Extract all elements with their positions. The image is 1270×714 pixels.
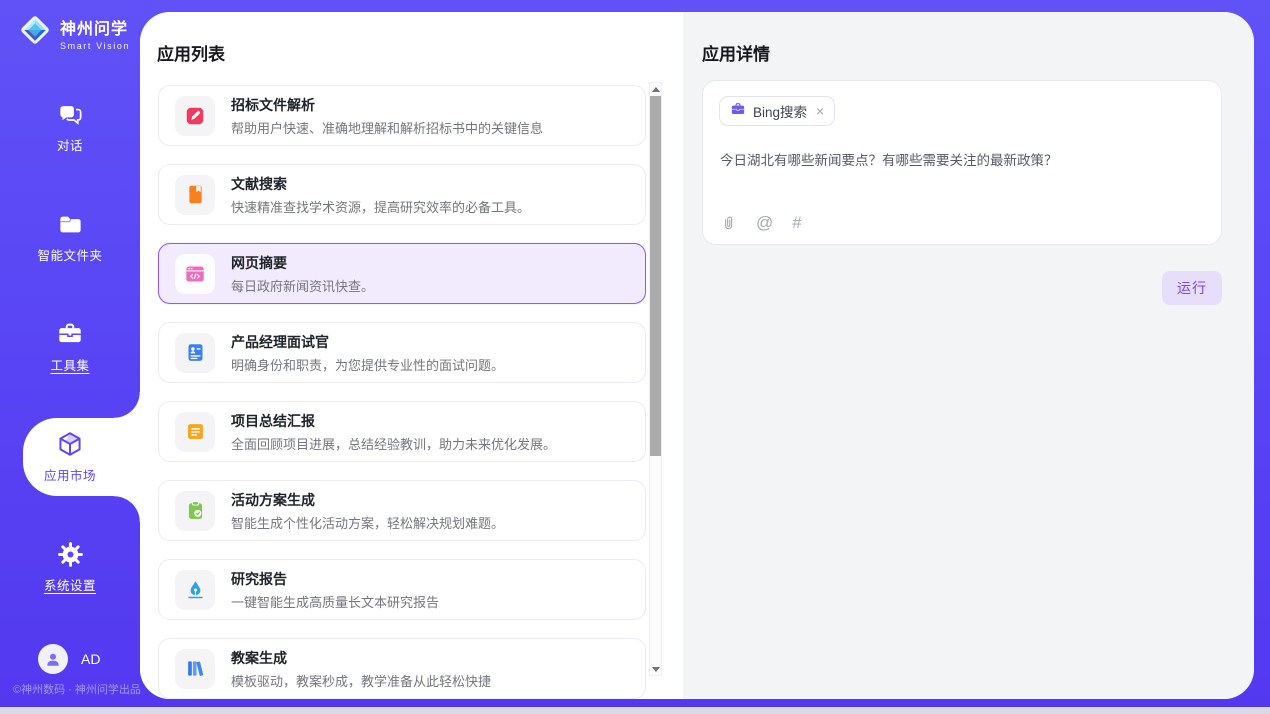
copyright-footer: ©神州数码 · 神州问学出品 [13,681,141,697]
clipboard-check-icon [175,491,215,531]
sidebar: 神州问学 Smart Vision 对话 智能文件夹 工具集 应用市场 系统设置… [0,0,140,707]
app-card[interactable]: 产品经理面试官 明确身份和职责，为您提供专业性的面试问题。 [158,322,646,383]
app-card[interactable]: 网页摘要 每日政府新闻资讯快查。 [158,243,646,304]
app-detail-panel: 应用详情 Bing搜索 × 今日湖北有哪些新闻要点？有哪些需要关注的最新政策？ [683,12,1254,699]
sidebar-item-chat[interactable]: 对话 [0,72,140,182]
app-list-panel: 应用列表 招标文件解析 帮助用户快速、准确地理解和解析招标书中的关键信息 文献搜… [140,12,683,699]
app-card[interactable]: 项目总结汇报 全面回顾项目进展，总结经验教训，助力未来优化发展。 [158,401,646,462]
pen-square-icon [175,96,215,136]
user-initials: AD [81,651,100,667]
close-icon[interactable]: × [816,104,824,118]
briefcase-icon [56,320,84,348]
sidebar-item-toolbox[interactable]: 工具集 [0,292,140,402]
brand-logo: 神州问学 Smart Vision [18,13,130,52]
gear-icon [56,540,84,568]
app-card[interactable]: 招标文件解析 帮助用户快速、准确地理解和解析招标书中的关键信息 [158,85,646,146]
chat-icon [56,100,84,128]
briefcase-icon [730,101,746,122]
app-list-title: 应用列表 [157,40,225,65]
diamond-logo-icon [18,13,52,52]
app-detail-title: 应用详情 [702,40,770,65]
scroll-up-icon[interactable] [650,83,661,95]
resume-icon [175,333,215,373]
query-input[interactable]: 今日湖北有哪些新闻要点？有哪些需要关注的最新政策？ [720,151,1205,171]
folder-icon [56,210,84,238]
tool-chip-bing-search[interactable]: Bing搜索 × [719,96,835,126]
at-sign-icon[interactable]: @ [756,213,773,233]
pen-nib-icon [175,570,215,610]
run-button-row: 运行 [702,271,1222,305]
run-button[interactable]: 运行 [1162,271,1222,305]
brand-name: 神州问学 [60,15,130,39]
sidebar-item-settings[interactable]: 系统设置 [0,512,140,622]
query-card: Bing搜索 × 今日湖北有哪些新闻要点？有哪些需要关注的最新政策？ @ # [702,80,1222,245]
cube-icon [56,430,84,458]
user-profile[interactable]: AD [38,644,100,674]
scroll-down-icon[interactable] [650,663,661,675]
app-card[interactable]: 活动方案生成 智能生成个性化活动方案，轻松解决规划难题。 [158,480,646,541]
browser-icon [175,254,215,294]
main-content: 应用列表 招标文件解析 帮助用户快速、准确地理解和解析招标书中的关键信息 文献搜… [140,12,1254,699]
sidebar-nav: 对话 智能文件夹 工具集 应用市场 系统设置 [0,72,140,622]
app-card[interactable]: 教案生成 模板驱动，教案秒成，教学准备从此轻松快捷 [158,638,646,699]
scrollbar[interactable] [649,82,662,676]
hash-icon[interactable]: # [792,213,800,233]
tool-chip-label: Bing搜索 [753,101,807,121]
books-icon [175,649,215,689]
query-toolbar: @ # [720,213,801,233]
window-bottom-strip [0,707,1270,714]
sidebar-item-folders[interactable]: 智能文件夹 [0,182,140,292]
book-icon [175,175,215,215]
scrollbar-thumb[interactable] [650,96,661,456]
app-card[interactable]: 文献搜索 快速精准查找学术资源，提高研究效率的必备工具。 [158,164,646,225]
sidebar-item-market[interactable]: 应用市场 [0,402,140,512]
paperclip-icon[interactable] [720,214,737,233]
avatar [38,644,68,674]
note-icon [175,412,215,452]
app-card[interactable]: 研究报告 一键智能生成高质量长文本研究报告 [158,559,646,620]
brand-subtitle: Smart Vision [60,41,130,51]
app-card-list: 招标文件解析 帮助用户快速、准确地理解和解析招标书中的关键信息 文献搜索 快速精… [158,85,646,699]
